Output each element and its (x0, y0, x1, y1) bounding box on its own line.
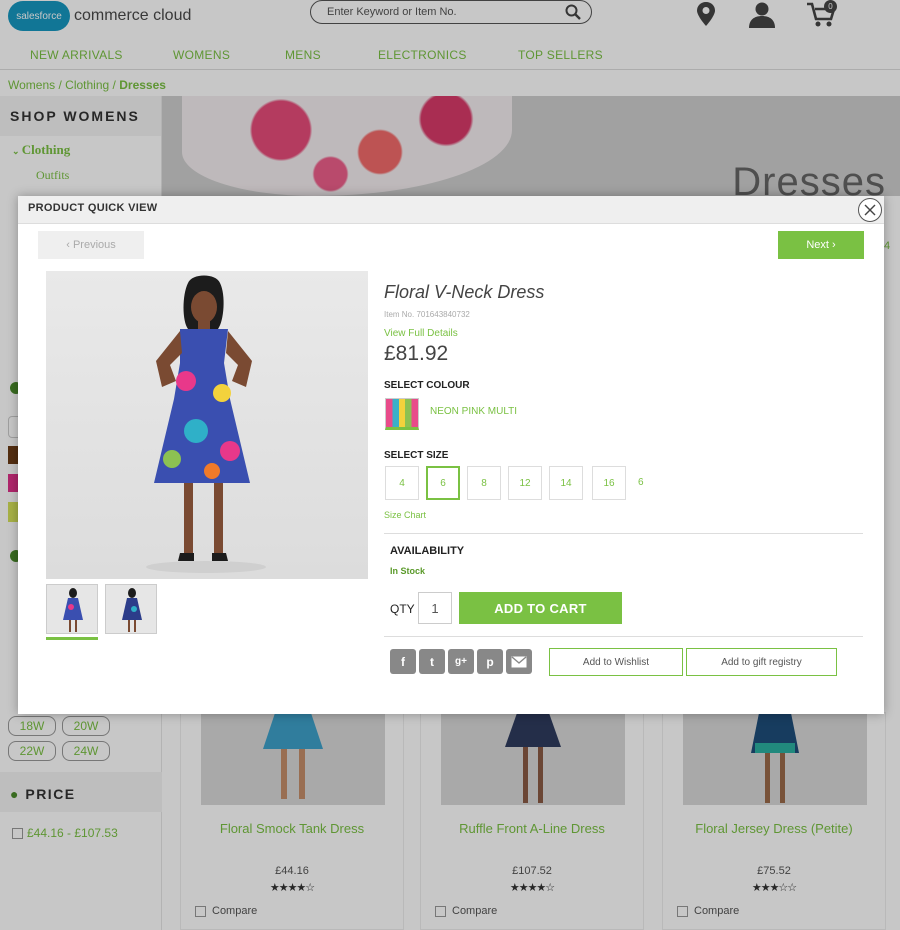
product-price: £81.92 (384, 342, 449, 365)
google-plus-icon[interactable]: g+ (448, 649, 474, 674)
colour-swatch-neon-pink-multi[interactable] (385, 398, 419, 430)
qty-label: QTY (390, 602, 415, 616)
email-icon[interactable] (506, 649, 532, 674)
add-to-gift-registry-button[interactable]: Add to gift registry (686, 648, 837, 676)
modal-title: PRODUCT QUICK VIEW (18, 196, 884, 224)
next-button[interactable]: Next › (778, 231, 864, 259)
twitter-icon[interactable]: t (419, 649, 445, 674)
close-button[interactable] (858, 198, 882, 222)
add-to-cart-button[interactable]: ADD TO CART (459, 592, 622, 624)
colour-name: NEON PINK MULTI (430, 406, 518, 417)
divider (384, 533, 863, 534)
size-option-6[interactable]: 6 (426, 466, 460, 500)
product-thumbnail[interactable] (105, 584, 157, 634)
size-option-14[interactable]: 14 (549, 466, 583, 500)
view-full-details-link[interactable]: View Full Details (384, 328, 458, 339)
item-number: Item No. 701643840732 (384, 310, 470, 319)
select-colour-label: SELECT COLOUR (384, 380, 470, 391)
previous-button[interactable]: ‹ Previous (38, 231, 144, 259)
thumbnail-active-indicator (46, 637, 98, 640)
quantity-input[interactable]: 1 (418, 592, 452, 624)
product-main-image[interactable] (46, 271, 368, 579)
close-icon (864, 204, 876, 216)
pinterest-icon[interactable]: p (477, 649, 503, 674)
availability-label: AVAILABILITY (390, 545, 465, 557)
size-chart-link[interactable]: Size Chart (384, 510, 426, 520)
select-size-label: SELECT SIZE (384, 450, 449, 461)
size-option-16[interactable]: 16 (592, 466, 626, 500)
divider (384, 636, 863, 637)
availability-status: In Stock (390, 566, 426, 576)
add-to-wishlist-button[interactable]: Add to Wishlist (549, 648, 683, 676)
quick-view-modal: PRODUCT QUICK VIEW ‹ Previous Next › Flo… (18, 196, 884, 714)
product-title: Floral V-Neck Dress (384, 282, 545, 302)
size-option-4[interactable]: 4 (385, 466, 419, 500)
product-thumbnail[interactable] (46, 584, 98, 634)
facebook-icon[interactable]: f (390, 649, 416, 674)
selected-size-value: 6 (638, 477, 644, 488)
size-option-8[interactable]: 8 (467, 466, 501, 500)
size-option-12[interactable]: 12 (508, 466, 542, 500)
